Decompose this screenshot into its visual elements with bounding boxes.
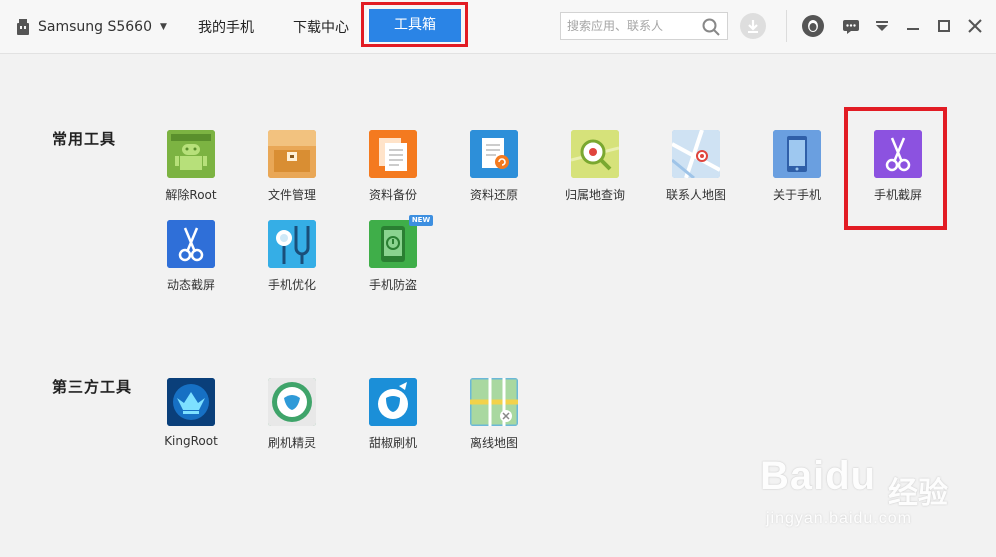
close-icon[interactable] (964, 15, 986, 37)
tool-label: 离线地图 (469, 436, 518, 450)
scissors-blue-icon (167, 220, 215, 268)
tool-label: 手机防盗 (368, 278, 417, 292)
device-name: Samsung S5660 (38, 19, 152, 35)
section-title-third-party-tools: 第三方工具 (52, 378, 133, 396)
anti-theft-icon (369, 220, 417, 268)
sweet-pepper-icon (369, 378, 417, 426)
tool-dynamic-screenshot[interactable]: 动态截屏 (146, 220, 236, 293)
minimize-icon[interactable] (902, 15, 924, 37)
location-search-icon (571, 130, 619, 178)
download-icon (748, 20, 758, 33)
device-selector[interactable]: Samsung S5660 ▼ (14, 17, 167, 37)
tab-my-phone[interactable]: 我的手机 (198, 17, 254, 37)
kingroot-icon (167, 378, 215, 426)
new-badge: NEW (409, 215, 433, 226)
tool-label: 文件管理 (267, 188, 316, 202)
android-unlock-icon (167, 130, 215, 178)
tool-about-phone[interactable]: 关于手机 (752, 130, 842, 203)
folder-icon (268, 130, 316, 178)
tab-toolbox[interactable]: 工具箱 (367, 9, 461, 42)
tool-location-lookup[interactable]: 归属地查询 (550, 130, 640, 203)
watermark-brand: Baidu (760, 454, 877, 498)
tool-label: KingRoot (164, 434, 218, 448)
baidu-watermark: Baidu 经验 jingyan.baidu.com (760, 450, 990, 540)
tool-file-manager[interactable]: 文件管理 (247, 130, 337, 203)
tool-offline-map[interactable]: 离线地图 (449, 378, 539, 451)
qq-penguin-icon[interactable] (802, 15, 824, 37)
tool-unroot[interactable]: 解除Root (146, 130, 236, 203)
tool-label: 关于手机 (772, 188, 821, 202)
tool-sweet-pepper[interactable]: 甜椒刷机 (348, 378, 438, 451)
tool-restore[interactable]: 资料还原 (449, 130, 539, 203)
contact-map-icon (672, 130, 720, 178)
chevron-down-icon: ▼ (160, 22, 167, 32)
watermark-cn: 经验 (888, 476, 948, 511)
tool-label: 刷机精灵 (267, 436, 316, 450)
tool-label: 资料备份 (368, 188, 417, 202)
section-title-common-tools: 常用工具 (52, 130, 117, 148)
tool-optimize[interactable]: 手机优化 (247, 220, 337, 293)
tool-contact-map[interactable]: 联系人地图 (651, 130, 741, 203)
message-icon[interactable] (840, 15, 862, 37)
offline-map-icon (470, 378, 518, 426)
tool-anti-theft[interactable]: 手机防盗 (348, 220, 438, 293)
watermark-url: jingyan.baidu.com (766, 510, 912, 527)
search-icon[interactable] (701, 17, 721, 37)
flash-wizard-icon (268, 378, 316, 426)
phone-info-icon (773, 130, 821, 178)
backup-docs-icon (369, 130, 417, 178)
toolbar-divider (786, 10, 787, 42)
restore-doc-icon (470, 130, 518, 178)
stethoscope-icon (268, 220, 316, 268)
tool-label: 动态截屏 (166, 278, 215, 292)
tool-backup[interactable]: 资料备份 (348, 130, 438, 203)
tool-flash-wizard[interactable]: 刷机精灵 (247, 378, 337, 451)
tool-label: 归属地查询 (564, 188, 625, 202)
tool-label: 解除Root (165, 188, 217, 202)
tab-download-center[interactable]: 下载中心 (293, 17, 349, 37)
tool-label: 甜椒刷机 (368, 436, 417, 450)
download-button[interactable] (740, 13, 766, 39)
tool-label: 手机优化 (267, 278, 316, 292)
tool-label: 资料还原 (469, 188, 518, 202)
usb-phone-icon (17, 19, 29, 35)
screenshot-highlight-frame (844, 107, 947, 230)
tool-label: 联系人地图 (665, 188, 726, 202)
dropdown-menu-icon[interactable] (871, 15, 893, 37)
tool-kingroot[interactable]: KingRoot (146, 378, 236, 448)
search-input[interactable] (567, 17, 697, 35)
maximize-icon[interactable] (933, 15, 955, 37)
search-box (560, 12, 728, 40)
